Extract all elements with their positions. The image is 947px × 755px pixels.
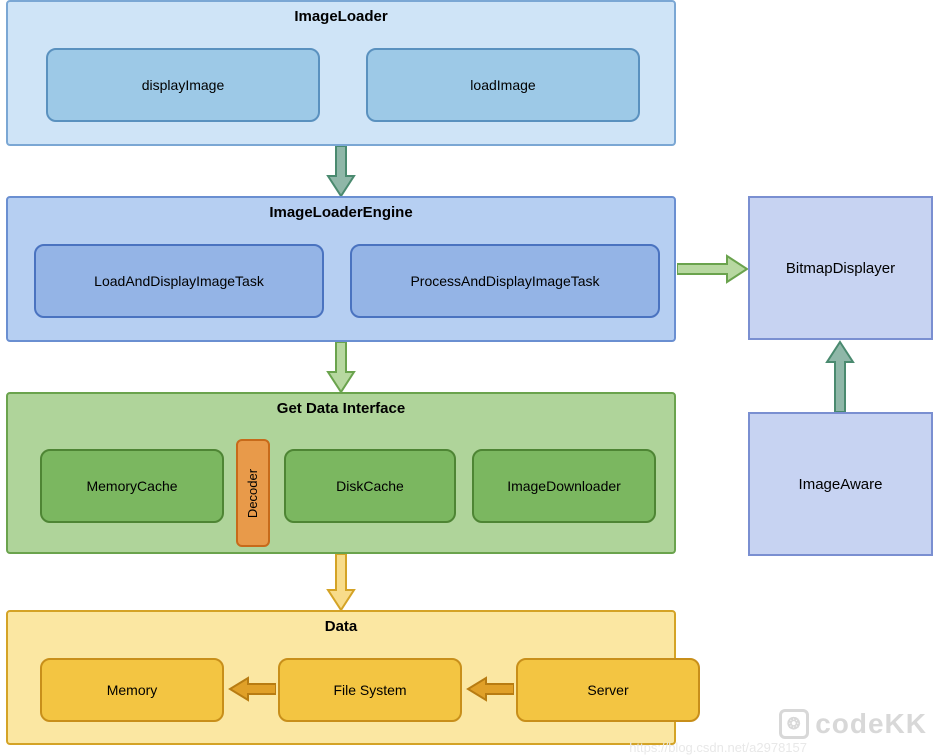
get-data-interface-title: Get Data Interface bbox=[8, 394, 674, 417]
file-system-box: File System bbox=[278, 658, 462, 722]
load-image-box: loadImage bbox=[366, 48, 640, 122]
arrow-l1-to-l2-icon bbox=[324, 146, 358, 198]
server-box: Server bbox=[516, 658, 700, 722]
data-container: Data Memory File System Server bbox=[6, 610, 676, 745]
memory-box: Memory bbox=[40, 658, 224, 722]
image-aware-box: ImageAware bbox=[748, 412, 933, 556]
arrow-engine-to-displayer-icon bbox=[677, 252, 749, 286]
image-downloader-box: ImageDownloader bbox=[472, 449, 656, 523]
arrow-l2-to-l3-icon bbox=[324, 342, 358, 394]
watermark-url: https://blog.csdn.net/a2978157 bbox=[629, 740, 807, 755]
image-loader-engine-container: ImageLoaderEngine LoadAndDisplayImageTas… bbox=[6, 196, 676, 342]
arrow-aware-to-displayer-icon bbox=[823, 340, 857, 414]
bitmap-displayer-box: BitmapDisplayer bbox=[748, 196, 933, 340]
decoder-label: Decoder bbox=[246, 468, 261, 517]
arrow-l3-to-l4-icon bbox=[324, 554, 358, 612]
watermark-brand: ❂ codeKK bbox=[779, 708, 927, 740]
get-data-interface-container: Get Data Interface MemoryCache Decoder D… bbox=[6, 392, 676, 554]
diagram-canvas: ImageLoader displayImage loadImage Image… bbox=[0, 0, 947, 755]
disk-cache-box: DiskCache bbox=[284, 449, 456, 523]
arrow-server-to-fs-icon bbox=[466, 674, 514, 704]
wechat-icon: ❂ bbox=[779, 709, 809, 739]
memory-cache-box: MemoryCache bbox=[40, 449, 224, 523]
display-image-box: displayImage bbox=[46, 48, 320, 122]
image-loader-container: ImageLoader displayImage loadImage bbox=[6, 0, 676, 146]
load-and-display-task-box: LoadAndDisplayImageTask bbox=[34, 244, 324, 318]
arrow-fs-to-memory-icon bbox=[228, 674, 276, 704]
process-and-display-task-box: ProcessAndDisplayImageTask bbox=[350, 244, 660, 318]
image-loader-engine-title: ImageLoaderEngine bbox=[8, 198, 674, 221]
data-title: Data bbox=[8, 612, 674, 635]
watermark-brand-text: codeKK bbox=[815, 708, 927, 740]
image-loader-title: ImageLoader bbox=[8, 2, 674, 25]
decoder-box: Decoder bbox=[236, 439, 270, 547]
